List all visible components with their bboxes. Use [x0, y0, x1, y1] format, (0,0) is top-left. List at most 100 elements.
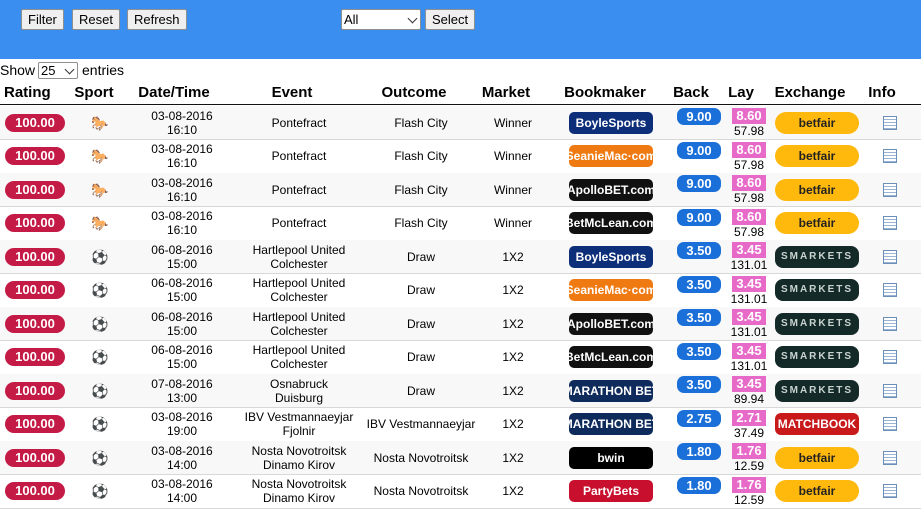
info-icon[interactable]	[883, 182, 897, 197]
bookmaker-cell[interactable]: MARATHON BET	[568, 408, 654, 441]
lay-odds[interactable]: 1.76	[732, 443, 766, 459]
table-row[interactable]: 100.00 ⚽ 07-08-2016 13:00 Osnabruck Duisburg D…	[0, 374, 921, 408]
info-icon[interactable]	[883, 115, 897, 130]
exchange-logo[interactable]: betfair	[775, 446, 859, 469]
back-odds[interactable]: 9.00	[677, 175, 721, 192]
bookmaker-cell[interactable]: ApolloBET.com	[568, 307, 654, 340]
info-icon[interactable]	[883, 249, 897, 264]
back-odds[interactable]: 1.80	[677, 443, 721, 460]
col-back[interactable]: Back	[668, 84, 714, 102]
bookmaker-logo[interactable]: SeanieMac·com	[569, 145, 653, 167]
back-odds[interactable]: 3.50	[677, 376, 721, 393]
info-icon[interactable]	[883, 350, 897, 364]
col-sport[interactable]: Sport	[70, 84, 118, 102]
exchange-cell[interactable]: betfair	[774, 106, 860, 139]
exchange-cell[interactable]: SMARKETS	[774, 374, 860, 407]
filter-select[interactable]: All	[341, 9, 421, 30]
table-row[interactable]: 100.00 ⚽ 06-08-2016 15:00 Hartlepool United C…	[0, 274, 921, 308]
lay-odds[interactable]: 2.71	[732, 409, 766, 426]
info-cell[interactable]	[870, 240, 910, 273]
back-odds[interactable]: 3.50	[677, 309, 721, 326]
col-rating[interactable]: Rating	[4, 84, 54, 102]
table-row[interactable]: 100.00 ⚽ 03-08-2016 14:00 Nosta Novotroitsk D…	[0, 475, 921, 509]
bookmaker-cell[interactable]: BetMcLean.com	[568, 341, 654, 374]
lay-odds[interactable]: 3.45	[732, 376, 766, 392]
bookmaker-cell[interactable]: PartyBets	[568, 475, 654, 508]
exchange-cell[interactable]: betfair	[774, 207, 860, 240]
info-icon[interactable]	[883, 484, 897, 498]
info-icon[interactable]	[883, 316, 897, 331]
col-outcome[interactable]: Outcome	[370, 84, 458, 102]
table-row[interactable]: 100.00 🐎 03-08-2016 16:10 Pontefract Flash Ci…	[0, 140, 921, 174]
exchange-cell[interactable]: SMARKETS	[774, 240, 860, 273]
bookmaker-logo[interactable]: bwin	[569, 446, 653, 469]
back-odds[interactable]: 3.50	[677, 342, 721, 360]
col-info[interactable]: Info	[862, 84, 902, 102]
bookmaker-logo[interactable]: MARATHON BET	[569, 413, 653, 435]
lay-odds[interactable]: 3.45	[732, 242, 766, 258]
lay-odds[interactable]: 8.60	[732, 208, 766, 225]
exchange-cell[interactable]: betfair	[774, 441, 860, 474]
bookmaker-cell[interactable]: ApolloBET.com	[568, 173, 654, 206]
info-cell[interactable]	[870, 441, 910, 474]
exchange-logo[interactable]: SMARKETS	[775, 279, 859, 301]
info-icon[interactable]	[883, 450, 897, 465]
back-odds[interactable]: 2.75	[677, 409, 721, 427]
exchange-logo[interactable]: betfair	[775, 145, 859, 167]
lay-odds[interactable]: 3.45	[732, 275, 766, 292]
table-row[interactable]: 100.00 🐎 03-08-2016 16:10 Pontefract Flash Ci…	[0, 106, 921, 140]
table-row[interactable]: 100.00 🐎 03-08-2016 16:10 Pontefract Flash Ci…	[0, 207, 921, 241]
table-row[interactable]: 100.00 ⚽ 06-08-2016 15:00 Hartlepool United C…	[0, 341, 921, 375]
reset-button[interactable]: Reset	[72, 9, 120, 30]
exchange-cell[interactable]: SMARKETS	[774, 274, 860, 307]
back-odds[interactable]: 9.00	[677, 108, 721, 125]
lay-odds[interactable]: 8.60	[732, 141, 766, 158]
refresh-button[interactable]: Refresh	[127, 9, 187, 30]
exchange-logo[interactable]: SMARKETS	[775, 379, 859, 402]
exchange-logo[interactable]: SMARKETS	[775, 245, 859, 268]
back-odds[interactable]: 9.00	[677, 208, 721, 226]
exchange-logo[interactable]: betfair	[775, 212, 859, 234]
lay-odds[interactable]: 3.45	[732, 309, 766, 325]
exchange-cell[interactable]: SMARKETS	[774, 307, 860, 340]
exchange-cell[interactable]: SMARKETS	[774, 341, 860, 374]
bookmaker-logo[interactable]: ApolloBET.com	[569, 178, 653, 201]
col-lay[interactable]: Lay	[724, 84, 758, 102]
info-cell[interactable]	[870, 140, 910, 173]
lay-odds[interactable]: 8.60	[732, 108, 766, 124]
info-icon[interactable]	[883, 383, 897, 398]
bookmaker-logo[interactable]: PartyBets	[569, 480, 653, 502]
col-bookmaker[interactable]: Bookmaker	[558, 84, 652, 102]
info-icon[interactable]	[883, 149, 897, 163]
col-exchange[interactable]: Exchange	[770, 84, 850, 102]
info-cell[interactable]	[870, 173, 910, 206]
exchange-cell[interactable]: MATCHBOOK	[774, 408, 860, 441]
lay-odds[interactable]: 1.76	[732, 476, 766, 493]
table-row[interactable]: 100.00 ⚽ 06-08-2016 15:00 Hartlepool United C…	[0, 240, 921, 274]
table-row[interactable]: 100.00 ⚽ 03-08-2016 19:00 IBV Vestmannaeyjar…	[0, 408, 921, 442]
exchange-logo[interactable]: betfair	[775, 480, 859, 502]
info-icon[interactable]	[883, 417, 897, 431]
bookmaker-logo[interactable]: MARATHON BET	[569, 379, 653, 402]
table-row[interactable]: 100.00 ⚽ 06-08-2016 15:00 Hartlepool United C…	[0, 307, 921, 341]
info-cell[interactable]	[870, 207, 910, 240]
bookmaker-logo[interactable]: SeanieMac·com	[569, 279, 653, 301]
table-row[interactable]: 100.00 ⚽ 03-08-2016 14:00 Nosta Novotroitsk D…	[0, 441, 921, 475]
info-cell[interactable]	[870, 374, 910, 407]
info-icon[interactable]	[883, 283, 897, 297]
info-cell[interactable]	[870, 106, 910, 139]
info-cell[interactable]	[870, 475, 910, 508]
table-row[interactable]: 100.00 🐎 03-08-2016 16:10 Pontefract Flash Ci…	[0, 173, 921, 207]
bookmaker-cell[interactable]: SeanieMac·com	[568, 274, 654, 307]
back-odds[interactable]: 3.50	[677, 242, 721, 259]
bookmaker-cell[interactable]: SeanieMac·com	[568, 140, 654, 173]
exchange-logo[interactable]: SMARKETS	[775, 312, 859, 335]
bookmaker-cell[interactable]: BetMcLean.com	[568, 207, 654, 240]
exchange-logo[interactable]: MATCHBOOK	[775, 413, 859, 435]
exchange-cell[interactable]: betfair	[774, 140, 860, 173]
bookmaker-cell[interactable]: bwin	[568, 441, 654, 474]
exchange-logo[interactable]: betfair	[775, 111, 859, 134]
back-odds[interactable]: 1.80	[677, 476, 721, 494]
exchange-logo[interactable]: SMARKETS	[775, 346, 859, 368]
bookmaker-logo[interactable]: BoyleSports	[569, 245, 653, 268]
